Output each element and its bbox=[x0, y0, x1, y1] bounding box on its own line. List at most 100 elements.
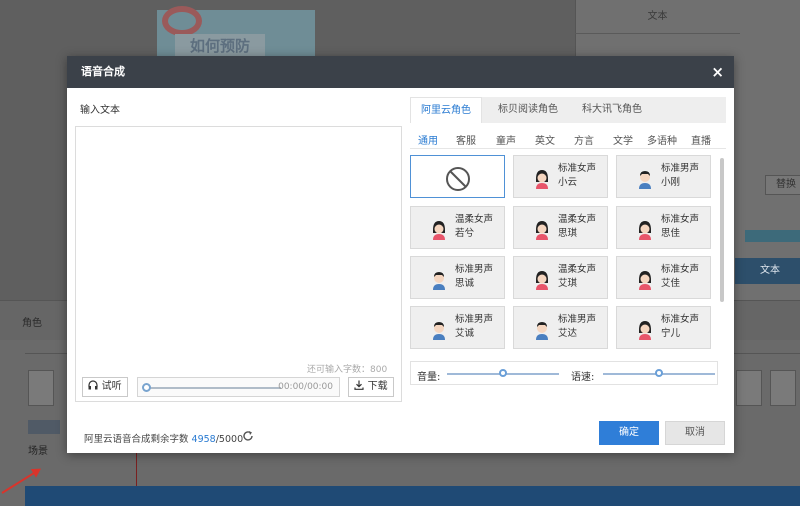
voice-name: 思诚 bbox=[455, 278, 475, 289]
female-avatar-icon bbox=[536, 170, 548, 189]
voice-name: 思佳 bbox=[661, 228, 681, 239]
voice-type: 标准女声 bbox=[661, 214, 700, 225]
bg-track-block bbox=[770, 370, 796, 406]
download-label: 下载 bbox=[367, 381, 388, 392]
progress-track bbox=[146, 387, 281, 389]
voice-type: 标准男声 bbox=[661, 163, 700, 174]
voice-card[interactable]: 标准女声 思佳 bbox=[616, 206, 711, 249]
speed-knob[interactable] bbox=[655, 369, 663, 377]
voice-name: 思琪 bbox=[558, 228, 578, 239]
bg-track-block bbox=[28, 370, 54, 406]
female-avatar-icon bbox=[536, 221, 548, 240]
male-avatar-icon bbox=[536, 322, 548, 340]
progress-knob[interactable] bbox=[142, 383, 151, 392]
category-tab[interactable]: 童声 bbox=[496, 132, 516, 147]
bg-thumbnail-text: 如何预防 bbox=[175, 34, 265, 58]
voice-type: 标准男声 bbox=[455, 264, 494, 275]
male-avatar-icon bbox=[433, 322, 445, 340]
female-avatar-icon bbox=[639, 271, 651, 290]
category-tabs: 通用 客服 童声 英文 方言 文学 多语种 直播 bbox=[410, 129, 726, 149]
quota-total: /5000 bbox=[215, 434, 244, 445]
male-avatar-icon bbox=[639, 171, 651, 189]
quota-label: 阿里云语音合成剩余字数 bbox=[84, 434, 189, 445]
voice-card[interactable]: 标准男声 思诚 bbox=[410, 256, 505, 299]
bg-side-label bbox=[28, 420, 60, 434]
provider-tabs: 阿里云角色 标贝阅读角色 科大讯飞角色 bbox=[410, 97, 726, 123]
bg-right-tab: 文本 bbox=[575, 0, 740, 34]
listen-button[interactable]: 试听 bbox=[82, 377, 128, 397]
remaining-chars-hint: 还可输入字数：800 bbox=[307, 365, 388, 375]
voice-card[interactable]: 温柔女声 思琪 bbox=[513, 206, 608, 249]
category-tab[interactable]: 直播 bbox=[691, 132, 711, 147]
category-tab[interactable]: 英文 bbox=[535, 132, 555, 147]
category-tab[interactable]: 文学 bbox=[613, 132, 633, 147]
input-text-label: 输入文本 bbox=[80, 105, 120, 116]
volume-label: 音量: bbox=[417, 372, 441, 383]
speed-label: 语速: bbox=[571, 372, 595, 383]
remaining-quota: 阿里云语音合成剩余字数 4958/5000 bbox=[84, 431, 243, 445]
category-tab[interactable]: 客服 bbox=[456, 132, 476, 147]
bg-small-bar bbox=[745, 230, 800, 242]
voice-name: 若兮 bbox=[455, 228, 475, 239]
dialog-header: 语音合成 × bbox=[67, 56, 734, 88]
voice-type: 标准女声 bbox=[661, 264, 700, 275]
bg-bottom-bar bbox=[25, 486, 800, 506]
volume-knob[interactable] bbox=[499, 369, 507, 377]
confirm-button[interactable]: 确定 bbox=[599, 421, 659, 445]
voice-type: 温柔女声 bbox=[558, 264, 597, 275]
voice-card[interactable]: 标准女声 小云 bbox=[513, 155, 608, 198]
bg-role-label: 角色 bbox=[22, 318, 42, 329]
bg-replace-button: 替换 bbox=[765, 175, 800, 195]
voice-name: 小云 bbox=[558, 177, 578, 188]
voice-card[interactable]: 标准女声 宁儿 bbox=[616, 306, 711, 349]
voice-card[interactable]: 温柔女声 艾琪 bbox=[513, 256, 608, 299]
close-icon[interactable]: × bbox=[711, 56, 724, 88]
volume-speed-row: 音量: 语速: bbox=[410, 361, 718, 385]
cancel-button[interactable]: 取消 bbox=[665, 421, 725, 445]
voice-card[interactable]: 标准女声 艾佳 bbox=[616, 256, 711, 299]
female-avatar-icon bbox=[536, 271, 548, 290]
category-tab[interactable]: 方言 bbox=[574, 132, 594, 147]
bg-thumbnail-ring bbox=[162, 6, 202, 36]
female-avatar-icon bbox=[433, 221, 445, 240]
bg-track-block bbox=[736, 370, 762, 406]
no-voice-icon bbox=[446, 167, 470, 191]
headphones-icon bbox=[88, 380, 99, 390]
bg-scene-label: 场景 bbox=[28, 446, 48, 457]
voice-name: 艾琪 bbox=[558, 278, 578, 289]
voice-name: 艾诚 bbox=[455, 328, 475, 339]
voice-type: 标准男声 bbox=[558, 314, 597, 325]
voice-type: 温柔女声 bbox=[558, 214, 597, 225]
category-tab[interactable]: 多语种 bbox=[647, 132, 677, 147]
voice-name: 艾佳 bbox=[661, 278, 681, 289]
voice-name: 宁儿 bbox=[661, 328, 681, 339]
voice-name: 小刚 bbox=[661, 177, 681, 188]
text-input[interactable] bbox=[75, 126, 402, 402]
voice-card[interactable]: 标准男声 艾诚 bbox=[410, 306, 505, 349]
category-tab[interactable]: 通用 bbox=[418, 132, 438, 147]
voice-card[interactable]: 温柔女声 若兮 bbox=[410, 206, 505, 249]
voice-type: 标准女声 bbox=[661, 314, 700, 325]
male-avatar-icon bbox=[433, 272, 445, 290]
download-button[interactable]: 下载 bbox=[348, 377, 394, 397]
speech-synthesis-dialog: 语音合成 × 输入文本 还可输入字数：800 试听 00:00/00:00 下载… bbox=[67, 56, 734, 453]
voice-list-scrollbar[interactable] bbox=[720, 158, 724, 302]
voice-card[interactable]: 标准男声 艾达 bbox=[513, 306, 608, 349]
voice-type: 标准女声 bbox=[558, 163, 597, 174]
refresh-icon[interactable] bbox=[242, 430, 254, 442]
bg-text-button: 文本 bbox=[735, 258, 800, 284]
voice-type: 标准男声 bbox=[455, 314, 494, 325]
voice-name: 艾达 bbox=[558, 328, 578, 339]
female-avatar-icon bbox=[639, 321, 651, 340]
dialog-title: 语音合成 bbox=[81, 65, 125, 78]
tab-biaobei[interactable]: 标贝阅读角色 bbox=[486, 97, 570, 123]
download-icon bbox=[354, 380, 365, 390]
voice-card-none[interactable] bbox=[410, 155, 505, 198]
voice-type: 温柔女声 bbox=[455, 214, 494, 225]
listen-label: 试听 bbox=[101, 381, 122, 392]
audio-progress[interactable]: 00:00/00:00 bbox=[137, 377, 340, 397]
tab-aliyun[interactable]: 阿里云角色 bbox=[410, 97, 482, 123]
tab-iflytek[interactable]: 科大讯飞角色 bbox=[570, 97, 654, 123]
voice-card[interactable]: 标准男声 小刚 bbox=[616, 155, 711, 198]
female-avatar-icon bbox=[639, 221, 651, 240]
